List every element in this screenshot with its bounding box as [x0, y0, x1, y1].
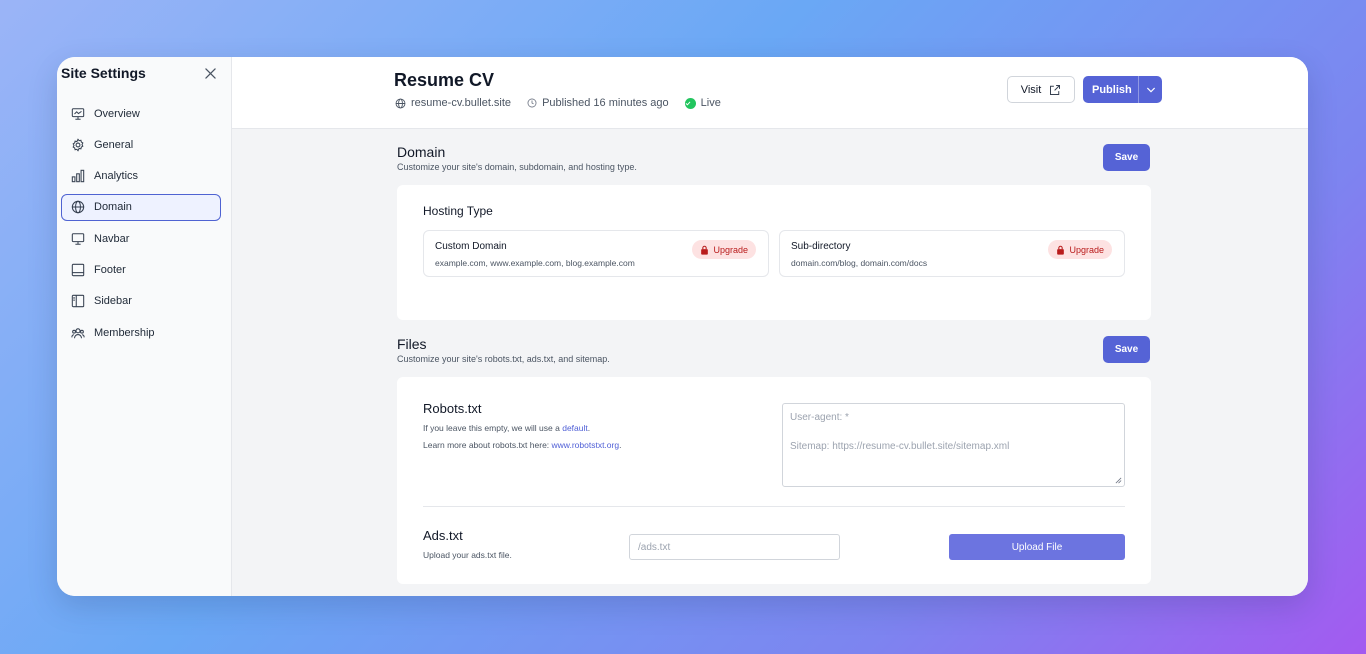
robots-textarea[interactable]: User-agent: * Sitemap: https://resume-cv…	[782, 403, 1125, 487]
domain-section-title: Domain	[397, 144, 446, 160]
hosting-type-card: Hosting Type Custom Domain example.com, …	[397, 185, 1151, 320]
sidebar-item-general[interactable]: General	[61, 131, 221, 158]
site-domain: resume-cv.bullet.site	[395, 97, 511, 109]
robots-placeholder-line: Sitemap: https://resume-cv.bullet.site/s…	[790, 441, 1010, 452]
check-circle-icon	[684, 97, 696, 109]
sidebar-item-overview[interactable]: Overview	[61, 100, 221, 127]
option-subtitle: domain.com/blog, domain.com/docs	[791, 258, 928, 268]
lock-icon	[701, 245, 709, 255]
ads-description: Upload your ads.txt file.	[423, 550, 512, 560]
publish-button[interactable]: Publish	[1083, 76, 1162, 103]
sidebar-title: Site Settings	[61, 65, 146, 81]
upgrade-label: Upgrade	[1069, 244, 1104, 255]
published-text: Published 16 minutes ago	[542, 97, 669, 109]
page-title: Resume CV	[394, 70, 495, 90]
visit-button[interactable]: Visit	[1007, 76, 1075, 103]
publish-dropdown-toggle[interactable]	[1138, 76, 1162, 103]
sidebar-item-label: Analytics	[94, 170, 139, 183]
robots-learn-more: Learn more about robots.txt here: www.ro…	[423, 440, 621, 450]
settings-sidebar: Site Settings Overview General Analytics…	[57, 57, 232, 596]
status-badge: Live	[684, 97, 721, 109]
sidebar-item-label: Footer	[94, 263, 126, 276]
robots-learn-text: Learn more about robots.txt here:	[423, 440, 552, 450]
option-subtitle: example.com, www.example.com, blog.examp…	[435, 258, 635, 268]
option-title: Sub-directory	[791, 241, 851, 252]
sidebar-item-analytics[interactable]: Analytics	[61, 163, 221, 190]
option-title: Custom Domain	[435, 241, 507, 252]
sidebar-item-membership[interactable]: Membership	[61, 319, 221, 346]
sidebar-item-label: Membership	[94, 326, 155, 339]
close-button[interactable]	[202, 65, 218, 81]
users-icon	[71, 326, 85, 340]
clock-icon	[527, 98, 537, 108]
upload-file-button[interactable]: Upload File	[949, 534, 1125, 560]
ads-title: Ads.txt	[423, 528, 463, 543]
monitor-icon	[71, 232, 85, 246]
lock-icon	[1057, 245, 1065, 255]
footer-layout-icon	[71, 263, 85, 277]
globe-icon	[71, 200, 85, 214]
sidebar-item-label: General	[94, 138, 134, 151]
domain-section-description: Customize your site's domain, subdomain,…	[397, 162, 637, 172]
files-save-button[interactable]: Save	[1103, 336, 1150, 363]
publish-label: Publish	[1092, 83, 1132, 96]
divider	[423, 506, 1125, 507]
hosting-option-sub-directory[interactable]: Sub-directory domain.com/blog, domain.co…	[779, 230, 1125, 277]
close-icon	[204, 67, 216, 79]
visit-label: Visit	[1020, 83, 1042, 96]
sidebar-item-navbar[interactable]: Navbar	[61, 225, 221, 252]
sidebar-item-domain[interactable]: Domain	[61, 193, 221, 221]
published-time: Published 16 minutes ago	[527, 97, 669, 109]
upgrade-badge[interactable]: Upgrade	[1048, 240, 1112, 259]
chevron-down-icon	[1146, 87, 1155, 92]
gear-icon	[71, 138, 85, 152]
sidebar-item-footer[interactable]: Footer	[61, 256, 221, 283]
site-header: Resume CV resume-cv.bullet.site Publishe…	[232, 57, 1308, 129]
main-content: Resume CV resume-cv.bullet.site Publishe…	[232, 57, 1308, 596]
sidebar-item-label: Overview	[94, 107, 140, 120]
sidebar-layout-icon	[71, 294, 85, 308]
status-text: Live	[700, 97, 721, 109]
settings-window: Site Settings Overview General Analytics…	[57, 57, 1308, 596]
default-link[interactable]: default	[562, 423, 588, 433]
upgrade-label: Upgrade	[713, 244, 748, 255]
robots-default-note: If you leave this empty, we will use a d…	[423, 423, 590, 433]
robots-placeholder-line: User-agent: *	[790, 412, 849, 423]
site-meta: resume-cv.bullet.site Published 16 minut…	[395, 97, 737, 109]
robots-note-text: If you leave this empty, we will use a	[423, 423, 563, 433]
robots-learn-suffix: .	[619, 440, 622, 450]
sidebar-item-label: Sidebar	[94, 295, 132, 308]
files-section-title: Files	[397, 336, 427, 352]
external-link-icon	[1050, 84, 1061, 95]
hosting-option-custom-domain[interactable]: Custom Domain example.com, www.example.c…	[423, 230, 769, 277]
files-section-header: Files Customize your site's robots.txt, …	[397, 336, 610, 364]
ads-path-input[interactable]: /ads.txt	[629, 534, 840, 560]
robots-note-suffix: .	[587, 423, 591, 433]
domain-save-button[interactable]: Save	[1103, 144, 1150, 171]
hosting-type-title: Hosting Type	[423, 204, 493, 218]
robots-title: Robots.txt	[423, 401, 482, 416]
bar-chart-icon	[71, 169, 85, 183]
monitor-chart-icon	[71, 107, 85, 121]
sidebar-item-sidebar[interactable]: Sidebar	[61, 288, 221, 315]
robotstxt-link[interactable]: www.robotstxt.org	[552, 440, 620, 450]
site-domain-text: resume-cv.bullet.site	[411, 97, 512, 109]
sidebar-item-label: Navbar	[94, 232, 130, 245]
sidebar-item-label: Domain	[94, 201, 132, 214]
resize-handle-icon[interactable]	[1115, 477, 1122, 484]
globe-icon	[395, 98, 406, 108]
domain-section-header: Domain Customize your site's domain, sub…	[397, 144, 637, 172]
upgrade-badge[interactable]: Upgrade	[692, 240, 756, 259]
files-section-description: Customize your site's robots.txt, ads.tx…	[397, 354, 610, 364]
sidebar-nav: Overview General Analytics Domain Navbar…	[61, 100, 221, 350]
files-card: Robots.txt If you leave this empty, we w…	[397, 377, 1151, 584]
